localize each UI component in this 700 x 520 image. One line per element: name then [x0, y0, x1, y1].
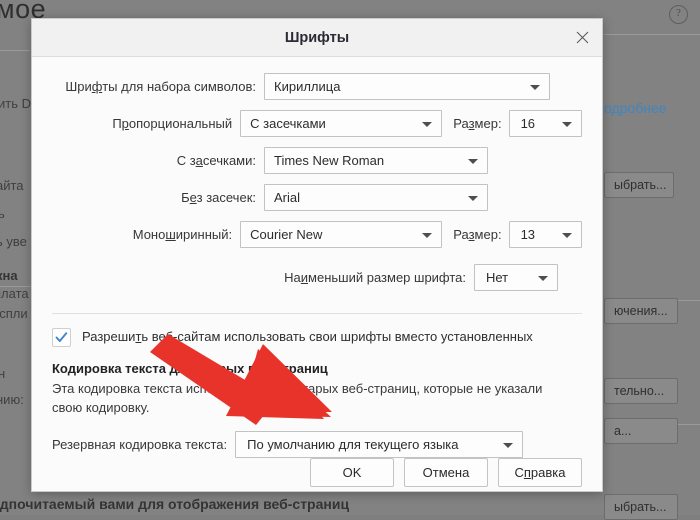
- divider: [52, 313, 582, 314]
- minimum-font-size-combo[interactable]: Нет: [474, 264, 558, 291]
- close-icon[interactable]: [562, 19, 602, 55]
- encoding-section-title: Кодировка текста для старых веб-страниц: [52, 361, 328, 376]
- background-button[interactable]: а...: [604, 418, 678, 444]
- cancel-button[interactable]: Отмена: [404, 458, 488, 487]
- background-button[interactable]: ючения...: [604, 298, 678, 324]
- background-text: еспли: [0, 306, 28, 321]
- chevron-down-icon: [562, 121, 572, 127]
- chevron-down-icon: [503, 442, 514, 448]
- background-text: ь: [0, 206, 5, 221]
- page-title: Шрифты: [284, 29, 350, 46]
- charset-combo[interactable]: Кириллица: [264, 73, 550, 100]
- monospace-row: Моноширинный: Courier New Размер: 13: [52, 221, 582, 248]
- proportional-label: Пропорциональный: [112, 116, 233, 131]
- proportional-size-value: 16: [520, 116, 536, 131]
- background-learn-more-link[interactable]: одробнее: [604, 100, 667, 116]
- background-button[interactable]: ыбрать...: [604, 494, 678, 520]
- monospace-size-combo[interactable]: 13: [508, 221, 582, 248]
- sans-serif-row: Без засечек: Arial: [52, 184, 582, 211]
- background-text: айта: [0, 178, 24, 193]
- allow-web-fonts-checkbox[interactable]: [52, 328, 71, 347]
- allow-web-fonts-row[interactable]: Разрешить веб-сайтам использовать свои ш…: [52, 328, 582, 347]
- background-button[interactable]: тельно...: [604, 378, 678, 404]
- fallback-encoding-value: По умолчанию для текущего языка: [247, 437, 459, 452]
- sans-serif-combo[interactable]: Arial: [264, 184, 488, 211]
- proportional-row: Пропорциональный С засечками Размер: 16: [52, 110, 582, 137]
- background-button[interactable]: ыбрать...: [604, 172, 674, 198]
- background-text: ить D: [0, 96, 31, 111]
- fallback-encoding-row: Резервная кодировка текста: По умолчанию…: [52, 431, 582, 458]
- proportional-size-label: Размер:: [453, 116, 502, 131]
- background-text: плата: [0, 286, 29, 301]
- ok-button[interactable]: OK: [310, 458, 394, 487]
- fallback-encoding-combo[interactable]: По умолчанию для текущего языка: [235, 431, 524, 458]
- dialog-body: Шрифты для набора символов: Кириллица Пр…: [32, 57, 602, 458]
- monospace-value: Courier New: [250, 227, 323, 242]
- dialog-footer: OK Отмена Справка: [32, 458, 602, 503]
- charset-value: Кириллица: [274, 79, 341, 94]
- serif-combo[interactable]: Times New Roman: [264, 147, 488, 174]
- monospace-label: Моноширинный:: [132, 227, 233, 242]
- serif-label: С засечками:: [176, 153, 256, 168]
- monospace-combo[interactable]: Courier New: [240, 221, 443, 248]
- charset-row: Шрифты для набора символов: Кириллица: [52, 73, 582, 100]
- minimum-font-size-label: Наименьший размер шрифта:: [284, 270, 466, 285]
- help-circle-icon[interactable]: ?: [669, 5, 688, 24]
- chevron-down-icon: [468, 158, 478, 164]
- sans-serif-value: Arial: [274, 190, 301, 205]
- sans-serif-label: Без засечек:: [181, 190, 256, 205]
- chevron-down-icon: [468, 195, 478, 201]
- proportional-size-combo[interactable]: 16: [508, 110, 582, 137]
- monospace-size-label: Размер:: [453, 227, 502, 242]
- background-text: ь уве: [0, 234, 27, 249]
- charset-label: Шрифты для набора символов:: [65, 79, 256, 94]
- fonts-dialog: Шрифты Шрифты для набора символов: Кирил…: [31, 18, 603, 492]
- serif-value: Times New Roman: [274, 153, 385, 168]
- background-divider: [604, 34, 700, 35]
- minimum-font-size-row: Наименьший размер шрифта: Нет: [52, 264, 582, 291]
- allow-web-fonts-label: Разрешить веб-сайтам использовать свои ш…: [82, 329, 533, 344]
- fallback-encoding-label: Резервная кодировка текста:: [52, 437, 228, 452]
- proportional-value: С засечками: [250, 116, 326, 131]
- background-text: кна: [0, 268, 18, 283]
- chevron-down-icon: [422, 232, 433, 238]
- background-text: нию:: [0, 392, 24, 407]
- dialog-titlebar: Шрифты: [32, 19, 602, 57]
- background-text: н: [0, 366, 6, 381]
- proportional-combo[interactable]: С засечками: [240, 110, 443, 137]
- chevron-down-icon: [530, 84, 540, 90]
- minimum-font-size-value: Нет: [486, 270, 509, 285]
- chevron-down-icon: [422, 121, 433, 127]
- serif-row: С засечками: Times New Roman: [52, 147, 582, 174]
- encoding-section-description: Эта кодировка текста используется для ст…: [52, 381, 543, 415]
- monospace-size-value: 13: [520, 227, 536, 242]
- chevron-down-icon: [538, 275, 548, 281]
- help-button[interactable]: Справка: [498, 458, 582, 487]
- background-divider: [0, 50, 30, 51]
- chevron-down-icon: [562, 232, 572, 238]
- checkmark-icon: [55, 332, 68, 342]
